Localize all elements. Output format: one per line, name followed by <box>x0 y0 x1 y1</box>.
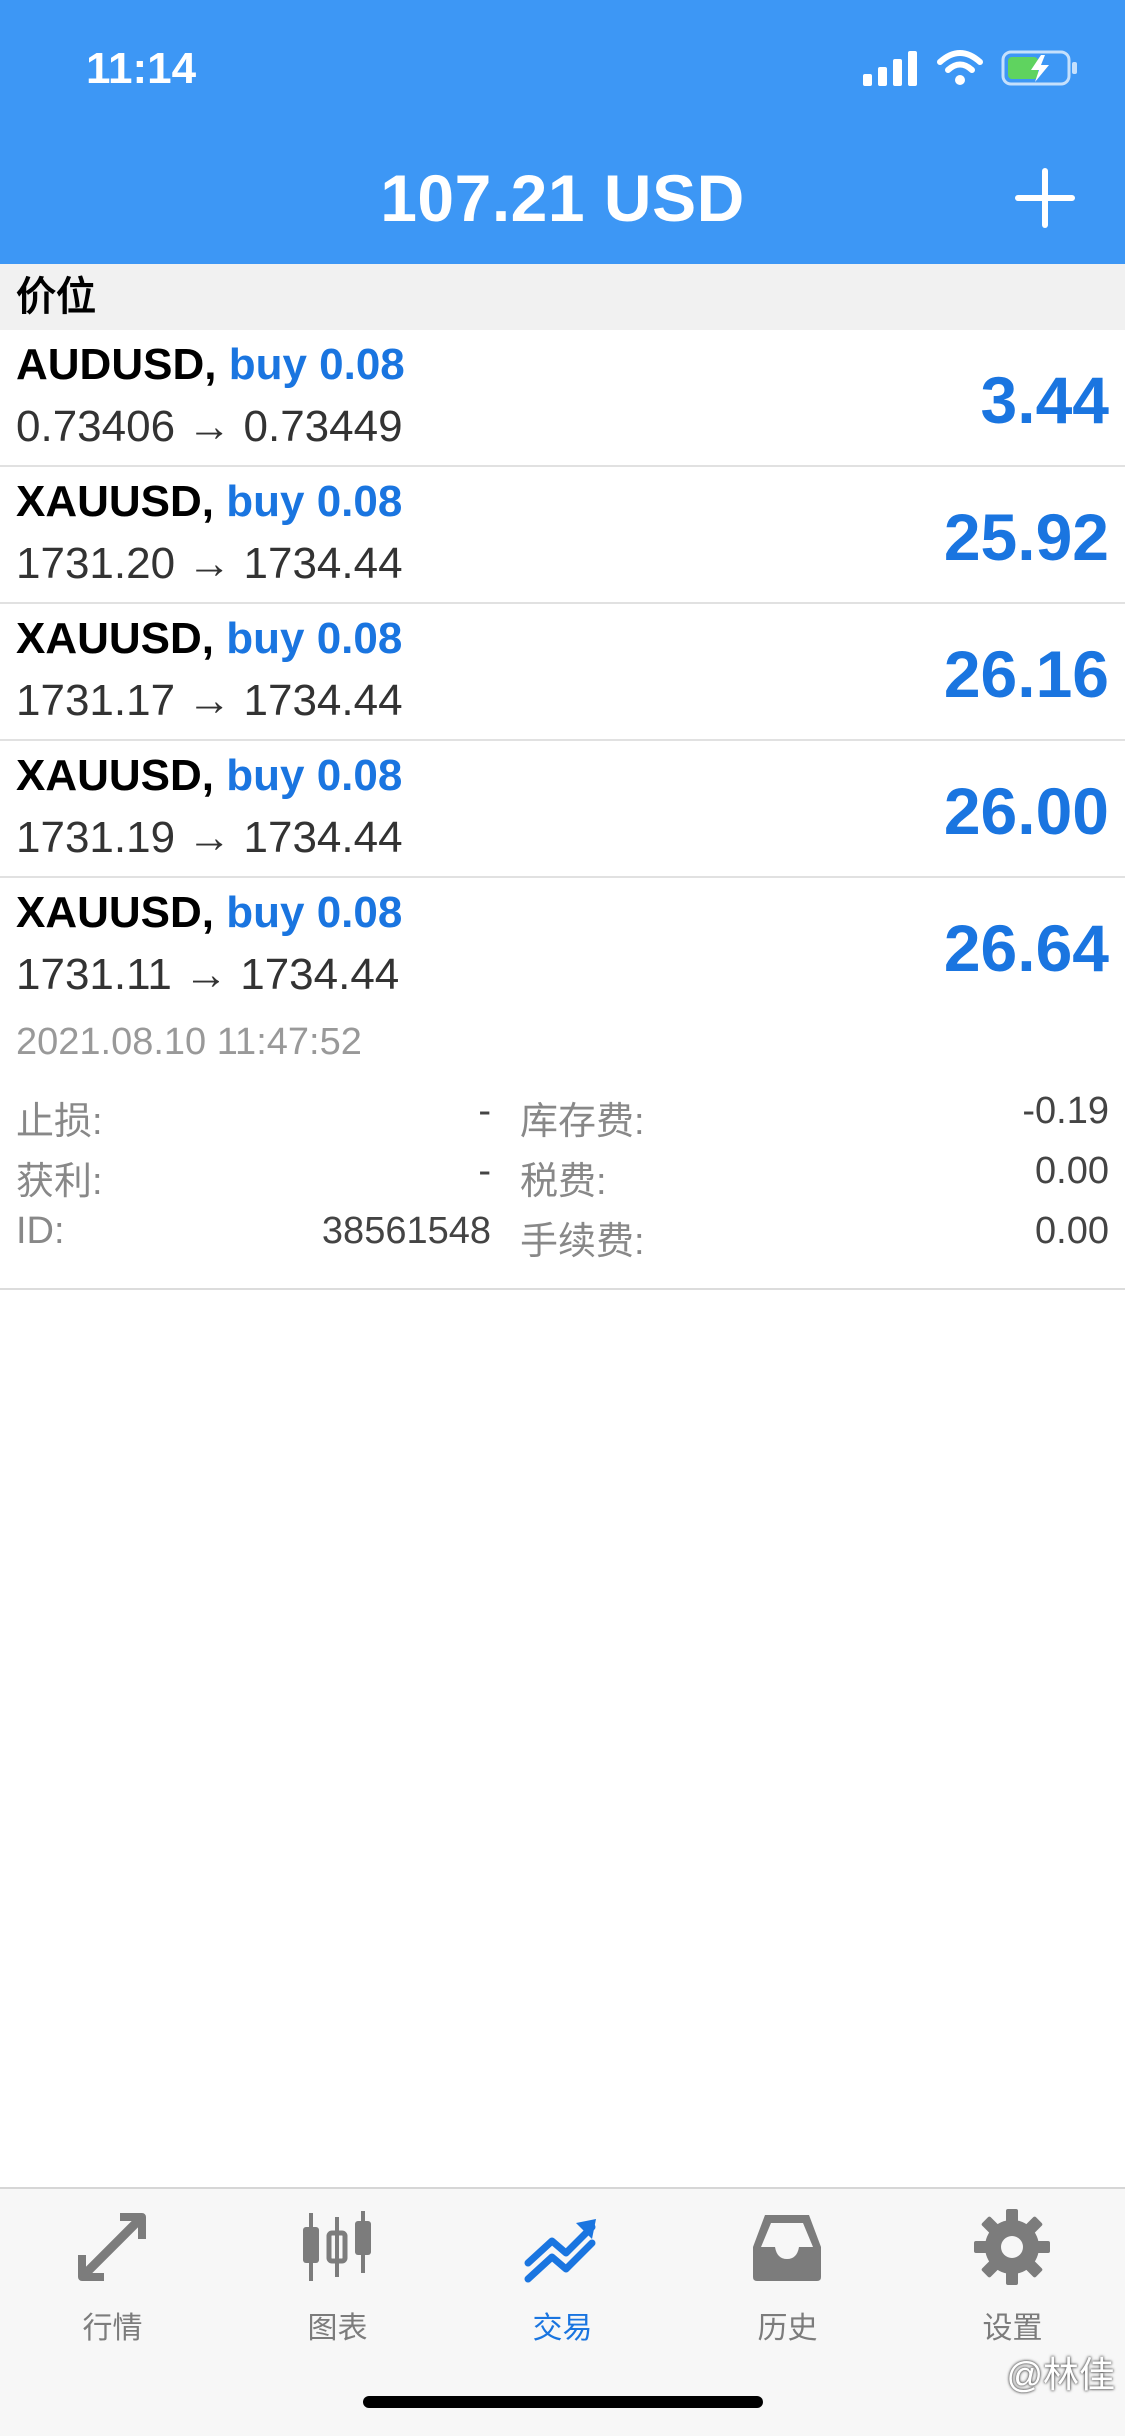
position-symbol: XAUUSD, <box>16 751 215 800</box>
position-symbol: XAUUSD, <box>16 477 215 526</box>
position-detail: 2021.08.10 11:47:52 止损: - 库存费: -0.19 获利:… <box>0 1005 1125 1290</box>
inbox-icon <box>753 2215 821 2281</box>
detail-row-id: ID: 38561548 手续费: 0.00 <box>0 1210 1125 1270</box>
position-profit: 26.00 <box>943 774 1109 848</box>
detail-row-take-profit: 获利: - 税费: 0.00 <box>0 1150 1125 1210</box>
position-direction: buy 0.08 <box>228 340 405 389</box>
battery-icon <box>1001 50 1077 86</box>
position-prices: 1731.17 → 1734.44 <box>16 676 403 725</box>
tax-value: 0.00 <box>1035 1150 1109 1192</box>
position-row[interactable]: XAUUSD, buy 0.08 1731.17 → 1734.44 26.16 <box>0 604 1125 741</box>
position-list: AUDUSD, buy 0.08 0.73406 → 0.73449 3.44 … <box>0 330 1125 1013</box>
tab-trade[interactable]: 交易 <box>450 2207 675 2357</box>
position-prices: 1731.11 → 1734.44 <box>16 950 400 999</box>
take-profit-label: 获利: <box>16 1161 103 1203</box>
section-header-price: 价位 <box>0 264 1125 330</box>
home-indicator[interactable] <box>363 2396 763 2408</box>
stop-loss-value: - <box>478 1090 491 1132</box>
signal-icon <box>863 51 917 86</box>
status-icons <box>863 48 1079 88</box>
stop-loss-label: 止损: <box>16 1101 103 1143</box>
tab-quotes[interactable]: 行情 <box>0 2207 225 2357</box>
position-row[interactable]: XAUUSD, buy 0.08 1731.20 → 1734.44 25.92 <box>0 467 1125 604</box>
detail-row-stop-loss: 止损: - 库存费: -0.19 <box>0 1090 1125 1150</box>
position-symbol: XAUUSD, <box>16 614 215 663</box>
tab-label: 图表 <box>307 2312 368 2345</box>
tab-label: 交易 <box>532 2312 593 2345</box>
account-balance-title: 107.21 USD <box>380 161 745 235</box>
status-time: 11:14 <box>86 44 197 93</box>
position-prices: 1731.19 → 1734.44 <box>16 813 403 862</box>
position-symbol: XAUUSD, <box>16 888 215 937</box>
tab-label: 历史 <box>757 2312 818 2345</box>
tab-label: 设置 <box>982 2312 1043 2345</box>
position-profit: 25.92 <box>943 500 1109 574</box>
open-time: 2021.08.10 11:47:52 <box>16 1021 362 1063</box>
commission-value: 0.00 <box>1035 1210 1109 1252</box>
gear-icon <box>974 2209 1050 2285</box>
take-profit-value: - <box>478 1150 491 1192</box>
id-value: 38561548 <box>321 1210 491 1252</box>
tab-label: 行情 <box>82 2312 143 2345</box>
candlestick-icon <box>303 2211 371 2281</box>
position-symbol: AUDUSD, <box>16 340 217 389</box>
swap-value: -0.19 <box>1022 1090 1109 1132</box>
top-bar: 11:14 107.21 USD <box>0 0 1125 264</box>
position-direction: buy 0.08 <box>226 888 403 937</box>
swap-label: 库存费: <box>520 1101 645 1143</box>
position-direction: buy 0.08 <box>226 614 403 663</box>
position-row-expanded[interactable]: XAUUSD, buy 0.08 1731.11 → 1734.44 26.64 <box>0 878 1125 1013</box>
tax-label: 税费: <box>520 1161 607 1203</box>
arrows-icon <box>78 2213 146 2281</box>
new-order-button[interactable] <box>1015 168 1075 228</box>
id-label: ID: <box>16 1210 65 1252</box>
wifi-icon <box>937 50 983 85</box>
position-prices: 0.73406 → 0.73449 <box>16 402 403 451</box>
position-row[interactable]: AUDUSD, buy 0.08 0.73406 → 0.73449 3.44 <box>0 330 1125 467</box>
position-profit: 26.64 <box>943 911 1109 985</box>
position-prices: 1731.20 → 1734.44 <box>16 539 403 588</box>
position-row[interactable]: XAUUSD, buy 0.08 1731.19 → 1734.44 26.00 <box>0 741 1125 878</box>
tab-settings[interactable]: 设置 <box>900 2207 1125 2357</box>
trend-chart-icon <box>524 2219 596 2283</box>
tab-charts[interactable]: 图表 <box>225 2207 450 2357</box>
position-profit: 3.44 <box>980 363 1109 437</box>
position-direction: buy 0.08 <box>226 477 403 526</box>
tab-history[interactable]: 历史 <box>675 2207 900 2357</box>
watermark: @林佳 <box>1006 2354 1115 2395</box>
position-direction: buy 0.08 <box>226 751 403 800</box>
commission-label: 手续费: <box>520 1221 645 1263</box>
position-profit: 26.16 <box>943 637 1109 711</box>
